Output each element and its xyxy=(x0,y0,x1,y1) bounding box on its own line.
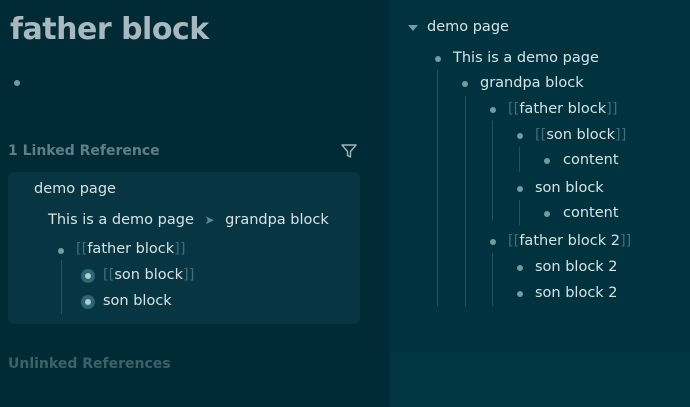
block-text[interactable]: son block 2 xyxy=(535,285,618,301)
tree-guide xyxy=(465,96,466,306)
block-bullet[interactable] xyxy=(544,158,550,164)
breadcrumb-separator: ➤ xyxy=(204,213,215,227)
page-title[interactable]: father block xyxy=(10,12,209,47)
block-text[interactable]: grandpa block xyxy=(480,75,584,91)
main-pane: father block 1 Linked Reference demo pag… xyxy=(0,0,390,407)
bracket-open: [[ xyxy=(508,233,520,249)
sidebar-page-title[interactable]: demo page xyxy=(427,19,509,35)
bracket-open: [[ xyxy=(76,241,88,257)
empty-block-bullet[interactable] xyxy=(14,80,20,86)
bracket-close: ]] xyxy=(174,241,186,257)
son-block-ref[interactable]: [[son block]] xyxy=(535,127,626,143)
collapse-caret-icon[interactable] xyxy=(408,25,418,31)
bracket-open: [[ xyxy=(508,101,520,117)
block-text[interactable]: son block 2 xyxy=(535,259,618,275)
bracket-close: ]] xyxy=(606,101,618,117)
block-bullet[interactable] xyxy=(490,239,496,245)
block-text[interactable]: son block xyxy=(535,180,604,196)
father-block-label[interactable]: father block xyxy=(87,241,174,257)
collapsed-bullet[interactable] xyxy=(81,269,95,283)
bracket-open: [[ xyxy=(535,127,547,143)
collapsed-bullet[interactable] xyxy=(81,295,95,309)
filter-icon[interactable] xyxy=(340,142,358,160)
father-block-ref[interactable]: [[father block]] xyxy=(76,241,186,257)
block-bullet[interactable] xyxy=(517,133,523,139)
bracket-close: ]] xyxy=(620,233,632,249)
ref-page-link[interactable]: demo page xyxy=(34,181,116,197)
linked-references-header[interactable]: 1 Linked Reference xyxy=(8,143,160,159)
son-block-ref-label[interactable]: son block xyxy=(546,127,615,143)
breadcrumb: This is a demo page ➤ grandpa block xyxy=(48,212,329,228)
tree-guide xyxy=(519,200,520,225)
block-bullet[interactable] xyxy=(544,211,550,217)
block-text[interactable]: This is a demo page xyxy=(453,50,599,66)
block-text[interactable]: content xyxy=(563,152,619,168)
tree-guide xyxy=(519,147,520,172)
block-bullet[interactable] xyxy=(517,265,523,271)
father-block-2-label[interactable]: father block 2 xyxy=(519,233,620,249)
sidebar-footer-area xyxy=(390,352,690,407)
unlinked-references-header[interactable]: Unlinked References xyxy=(8,356,171,372)
block-bullet[interactable] xyxy=(517,291,523,297)
tree-guide xyxy=(492,121,493,221)
son-block-ref-label[interactable]: son block xyxy=(114,267,183,283)
son-block-ref[interactable]: [[son block]] xyxy=(103,267,194,283)
block-bullet[interactable] xyxy=(435,56,441,62)
tree-guide xyxy=(492,253,493,306)
block-bullet[interactable] xyxy=(58,248,64,254)
bracket-close: ]] xyxy=(183,267,195,283)
linked-reference-card: demo page This is a demo page ➤ grandpa … xyxy=(8,172,360,324)
breadcrumb-item[interactable]: grandpa block xyxy=(225,212,329,228)
father-block-ref[interactable]: [[father block]] xyxy=(508,101,618,117)
father-block-label[interactable]: father block xyxy=(519,101,606,117)
son-block[interactable]: son block xyxy=(103,293,172,309)
father-block-2-ref[interactable]: [[father block 2]] xyxy=(508,233,631,249)
bracket-open: [[ xyxy=(103,267,115,283)
tree-guide xyxy=(61,260,62,314)
bracket-close: ]] xyxy=(615,127,627,143)
block-bullet[interactable] xyxy=(517,186,523,192)
block-bullet[interactable] xyxy=(490,107,496,113)
block-text[interactable]: content xyxy=(563,205,619,221)
breadcrumb-item[interactable]: This is a demo page xyxy=(48,212,194,228)
tree-guide xyxy=(437,70,438,306)
block-bullet[interactable] xyxy=(462,81,468,87)
